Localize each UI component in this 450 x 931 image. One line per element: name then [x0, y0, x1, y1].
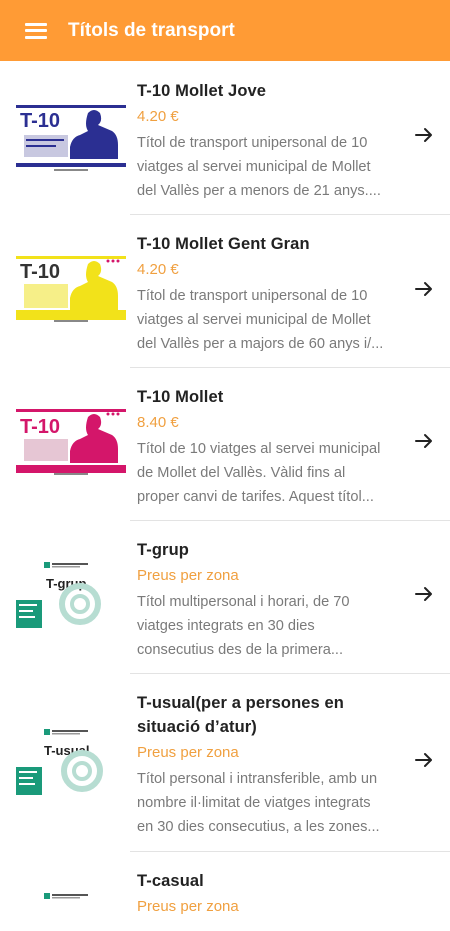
t10-mollet-card-image: T-10: [16, 409, 126, 477]
ticket-list: T-10 T-10 Mollet Jove 4.20 € Títol de tr…: [0, 61, 450, 931]
ticket-thumbnail: [0, 851, 130, 931]
item-price: Preus per zona: [137, 744, 239, 761]
item-title: T-10 Mollet Gent Gran: [137, 235, 310, 253]
arrow-right-icon[interactable]: [414, 279, 434, 299]
menu-icon[interactable]: [25, 22, 47, 39]
t10-jove-card-image: T-10: [16, 105, 126, 173]
arrow-right-icon[interactable]: [414, 431, 434, 451]
svg-text:T-10: T-10: [20, 110, 60, 132]
ticket-thumbnail: T-10: [0, 367, 130, 520]
app-bar: Títols de transport: [0, 0, 450, 61]
ticket-thumbnail: T-10: [0, 214, 130, 367]
ticket-thumbnail: T-10: [0, 61, 130, 214]
list-item[interactable]: T-usual T-usual(per a persones en situac…: [0, 673, 450, 852]
t10-gent-gran-card-image: T-10: [16, 256, 126, 324]
item-description: Títol personal i intransferible, amb un …: [137, 771, 380, 835]
arrow-right-icon[interactable]: [414, 750, 434, 770]
item-price: 4.20 €: [137, 108, 179, 125]
item-description: Títol multipersonal i horari, de 70 viat…: [137, 594, 350, 658]
list-item[interactable]: T-casual Preus per zona: [0, 851, 450, 931]
item-description: Títol de transport unipersonal de 10 via…: [137, 288, 384, 352]
item-price: 4.20 €: [137, 261, 179, 278]
t-grup-card-image: T-grup: [16, 560, 126, 630]
list-item[interactable]: T-10 T-10 Mollet Gent Gran 4.20 € Títol …: [0, 214, 450, 368]
item-title: T-usual(per a persones en situació d’atu…: [137, 694, 344, 736]
ticket-thumbnail: T-usual: [0, 673, 130, 851]
item-title: T-grup: [137, 541, 189, 559]
ticket-thumbnail: T-grup: [0, 520, 130, 673]
list-item[interactable]: T-grup T-grup Preus per zona Títol multi…: [0, 520, 450, 674]
arrow-right-icon[interactable]: [414, 584, 434, 604]
list-item[interactable]: T-10 T-10 Mollet 8.40 € Títol de 10 viat…: [0, 367, 450, 521]
t-casual-card-image: [44, 893, 88, 899]
item-title: T-casual: [137, 872, 204, 890]
t-usual-card-image: T-usual: [16, 727, 126, 797]
svg-text:T-10: T-10: [20, 261, 60, 283]
list-item[interactable]: T-10 T-10 Mollet Jove 4.20 € Títol de tr…: [0, 61, 450, 215]
item-price: Preus per zona: [137, 898, 239, 915]
item-price: 8.40 €: [137, 414, 179, 431]
page-title: Títols de transport: [68, 19, 235, 41]
item-price: Preus per zona: [137, 567, 239, 584]
item-title: T-10 Mollet Jove: [137, 82, 267, 100]
item-description: Títol de 10 viatges al servei municipal …: [137, 441, 381, 505]
arrow-right-icon[interactable]: [414, 125, 434, 145]
item-description: Títol de transport unipersonal de 10 via…: [137, 135, 381, 199]
svg-text:T-10: T-10: [20, 416, 60, 438]
item-title: T-10 Mollet: [137, 388, 224, 406]
